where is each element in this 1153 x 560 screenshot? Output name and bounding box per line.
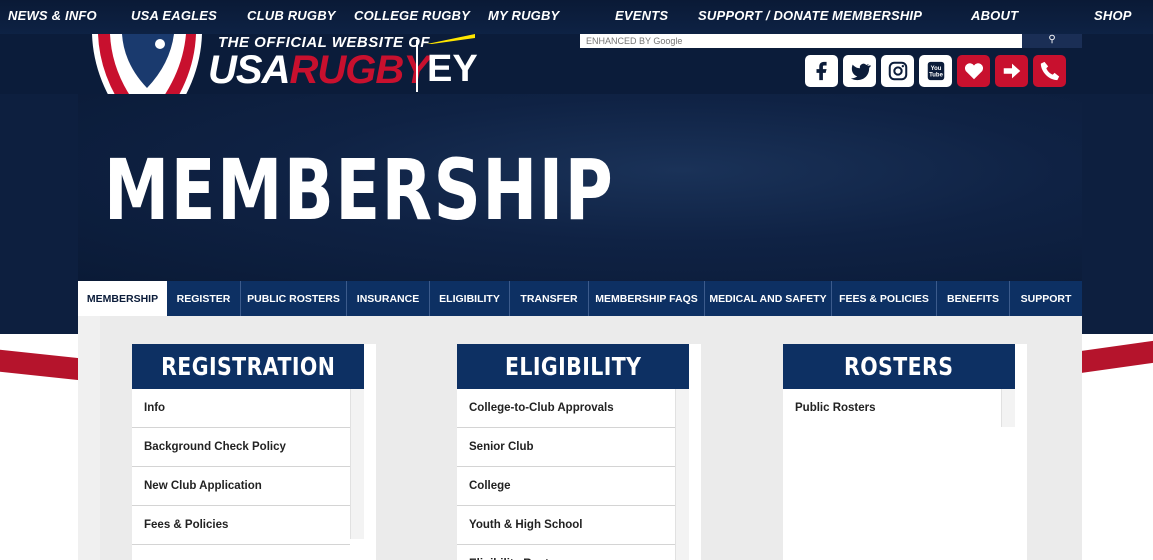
right-red-stripe — [1080, 340, 1153, 374]
list-item[interactable]: Senior Club — [457, 428, 675, 467]
left-red-stripe — [0, 349, 80, 381]
tab-membership-faqs[interactable]: MEMBERSHIP FAQS — [589, 281, 705, 316]
hero-right-background — [1082, 94, 1153, 334]
search-icon: ⚲ — [1048, 34, 1056, 45]
nav-events[interactable]: EVENTS — [615, 8, 668, 23]
registration-scrollbar[interactable] — [350, 389, 364, 539]
sponsor-logo[interactable]: EY — [427, 50, 478, 88]
nav-support-donate[interactable]: SUPPORT / DONATE — [698, 8, 829, 23]
registration-heading: REGISTRATION — [132, 344, 364, 389]
facebook-icon[interactable] — [805, 55, 838, 87]
list-item[interactable]: Eligibility Rosters — [457, 545, 675, 560]
tab-register[interactable]: REGISTER — [167, 281, 241, 316]
sponsor-divider — [416, 40, 418, 92]
list-item[interactable]: Fees & Policies — [132, 506, 350, 545]
hero-left-background — [0, 94, 78, 334]
login-icon[interactable] — [995, 55, 1028, 87]
list-item[interactable]: College — [457, 467, 675, 506]
nav-membership[interactable]: MEMBERSHIP — [832, 8, 922, 23]
svg-text:Tube: Tube — [929, 73, 943, 79]
tab-public-rosters[interactable]: PUBLIC ROSTERS — [241, 281, 347, 316]
instagram-icon[interactable] — [881, 55, 914, 87]
tab-support[interactable]: SUPPORT — [1010, 281, 1082, 316]
nav-club-rugby[interactable]: CLUB RUGBY — [247, 8, 336, 23]
registration-card: REGISTRATION Info Background Check Polic… — [132, 344, 376, 560]
section-tabs: MEMBERSHIP REGISTER PUBLIC ROSTERS INSUR… — [78, 281, 1082, 316]
list-item[interactable]: Youth & High School — [457, 506, 675, 545]
nav-about[interactable]: ABOUT — [971, 8, 1018, 23]
list-item[interactable]: New Club Application — [132, 467, 350, 506]
list-item[interactable]: Public Rosters — [783, 389, 1001, 428]
eligibility-heading: ELIGIBILITY — [457, 344, 689, 389]
nav-my-rugby[interactable]: MY RUGBY — [488, 8, 559, 23]
tab-insurance[interactable]: INSURANCE — [347, 281, 430, 316]
nav-usa-eagles[interactable]: USA EAGLES — [131, 8, 217, 23]
brand-rugby: RUGBY — [289, 48, 429, 92]
eligibility-title: ELIGIBILITY — [504, 352, 642, 381]
brand-usa: USA — [208, 48, 290, 92]
tab-medical-and-safety[interactable]: MEDICAL AND SAFETY — [705, 281, 832, 316]
social-links: You Tube — [805, 55, 1066, 87]
page-title: MEMBERSHIP — [104, 141, 615, 239]
nav-news-info[interactable]: NEWS & INFO — [8, 8, 97, 23]
rosters-list: Public Rosters — [783, 389, 1001, 428]
list-item[interactable]: Background Check Policy — [132, 428, 350, 467]
rosters-card: ROSTERS Public Rosters — [783, 344, 1027, 560]
tab-eligibility[interactable]: ELIGIBILITY — [430, 281, 510, 316]
search-button[interactable]: ⚲ — [1022, 34, 1082, 48]
right-stripe — [1080, 330, 1153, 390]
phone-icon[interactable] — [1033, 55, 1066, 87]
rosters-title: ROSTERS — [844, 352, 954, 381]
tab-fees-policies[interactable]: FEES & POLICIES — [832, 281, 937, 316]
svg-text:You: You — [930, 66, 941, 72]
eligibility-scrollbar[interactable] — [675, 389, 689, 560]
nav-college-rugby[interactable]: COLLEGE RUGBY — [354, 8, 470, 23]
registration-list: Info Background Check Policy New Club Ap… — [132, 389, 350, 545]
eligibility-list: College-to-Club Approvals Senior Club Co… — [457, 389, 675, 560]
brand-wordmark[interactable]: USARUGBY — [208, 48, 430, 92]
rosters-heading: ROSTERS — [783, 344, 1015, 389]
tab-membership[interactable]: MEMBERSHIP — [78, 281, 167, 316]
rosters-scrollbar[interactable] — [1001, 389, 1015, 427]
eligibility-card: ELIGIBILITY College-to-Club Approvals Se… — [457, 344, 701, 560]
tab-benefits[interactable]: BENEFITS — [937, 281, 1010, 316]
twitter-icon[interactable] — [843, 55, 876, 87]
donate-heart-icon[interactable] — [957, 55, 990, 87]
search-input[interactable] — [580, 34, 1022, 48]
registration-title: REGISTRATION — [160, 352, 336, 381]
youtube-icon[interactable]: You Tube — [919, 55, 952, 87]
tab-transfer[interactable]: TRANSFER — [510, 281, 589, 316]
list-item[interactable]: College-to-Club Approvals — [457, 389, 675, 428]
nav-shop[interactable]: SHOP — [1094, 8, 1132, 23]
list-item[interactable]: Info — [132, 389, 350, 428]
left-stripe — [0, 344, 80, 386]
